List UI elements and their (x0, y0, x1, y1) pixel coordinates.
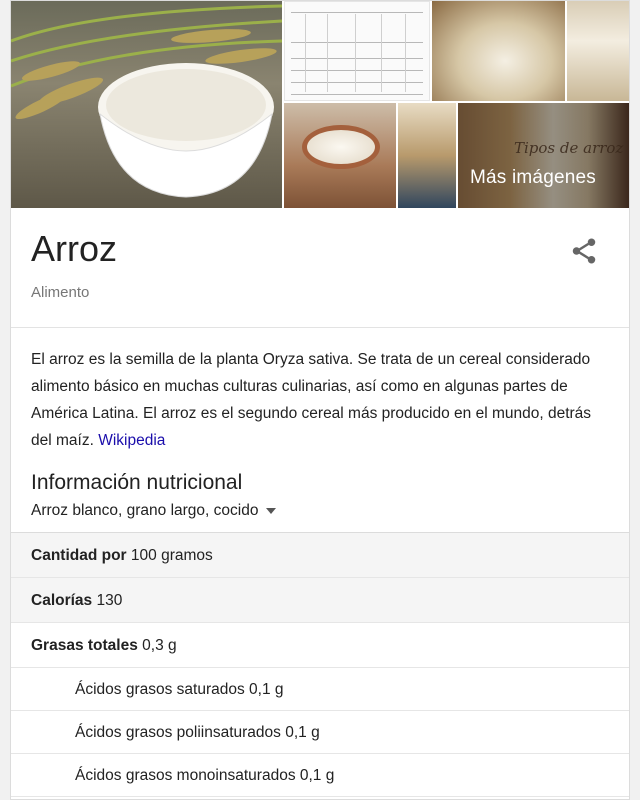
table-row: Cantidad por 100 gramos (11, 533, 629, 578)
rice-pudding-thumbnail[interactable] (567, 1, 629, 101)
row-label: Cantidad por (31, 547, 127, 564)
more-images-tile[interactable]: Tipos de arroz Más imágenes (458, 103, 629, 208)
nutrition-title: Información nutricional (31, 471, 243, 494)
nutrition-food-dropdown[interactable]: Arroz blanco, grano largo, cocido (11, 498, 629, 532)
row-value: 0,3 g (142, 637, 177, 654)
dropdown-selected-value: Arroz blanco, grano largo, cocido (31, 502, 259, 519)
table-row: Ácidos grasos monoinsaturados 0,1 g (11, 754, 629, 797)
image-collage: Tipos de arroz Más imágenes (11, 1, 629, 208)
table-row: Calorías 130 (11, 578, 629, 623)
clay-bowl-rice-thumbnail[interactable] (284, 103, 396, 208)
rice-sack-thumbnail[interactable] (432, 1, 565, 101)
row-value: 130 (96, 592, 123, 609)
more-images-label[interactable]: Más imágenes (470, 167, 596, 189)
nutrition-table: Cantidad por 100 gramos Calorías 130 Gra… (11, 532, 629, 797)
knowledge-panel: Tipos de arroz Más imágenes Arroz Alimen… (10, 0, 630, 800)
description: El arroz es la semilla de la planta Oryz… (11, 328, 629, 468)
page-title: Arroz (31, 228, 118, 269)
row-value: Ácidos grasos monoinsaturados 0,1 g (75, 767, 335, 784)
row-label: Grasas totales (31, 637, 138, 654)
row-value: Ácidos grasos saturados 0,1 g (75, 681, 284, 698)
table-row: Ácidos grasos poliinsaturados 0,1 g (11, 711, 629, 754)
table-row: Ácidos grasos saturados 0,1 g (11, 668, 629, 711)
nutrition-table-thumbnail[interactable] (284, 1, 430, 101)
dropdown-arrow-icon (266, 508, 277, 514)
row-label: Calorías (31, 592, 93, 609)
panel-header: Arroz Alimento (11, 208, 629, 328)
table-row: Grasas totales 0,3 g (11, 623, 629, 668)
row-value: 100 gramos (130, 547, 213, 564)
brown-rice-thumbnail[interactable] (398, 103, 456, 208)
entity-type: Alimento (31, 284, 90, 301)
main-rice-image[interactable] (11, 1, 282, 208)
share-icon[interactable] (569, 236, 599, 266)
row-value: Ácidos grasos poliinsaturados 0,1 g (75, 724, 320, 741)
rice-bowl-graphic (98, 63, 274, 198)
wikipedia-link[interactable]: Wikipedia (98, 432, 165, 449)
